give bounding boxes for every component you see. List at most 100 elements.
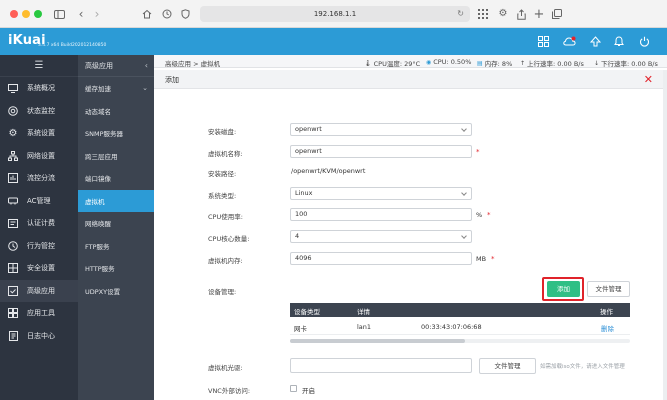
required-mark: *: [487, 211, 491, 219]
subnav-item-layer3[interactable]: 跨三层应用: [78, 145, 154, 168]
upload-icon[interactable]: [588, 34, 602, 48]
dialog-header: 添加 ✕: [154, 70, 663, 89]
sidebar-item-label: 日志中心: [27, 331, 55, 340]
subnav-item-ddns[interactable]: 动态域名: [78, 100, 154, 123]
vnc-enable-checkbox[interactable]: [290, 385, 297, 392]
bell-icon[interactable]: [612, 34, 626, 48]
forward-icon[interactable]: ›: [90, 7, 104, 21]
page-scrollbar[interactable]: [663, 70, 667, 400]
cpu-cores-select[interactable]: 4: [290, 230, 472, 243]
monitor-icon: [8, 83, 18, 93]
sidebar-item-label: 流控分流: [27, 174, 55, 183]
main-sidebar: ☰ 系统概况 状态监控 ⚙ 系统设置 网络设置 流控分流 AC管理 认证计费 行…: [0, 55, 78, 400]
download-stat: ↓ 下行速率: 0.00 B/s: [594, 58, 658, 69]
column-header-action: 操作: [600, 308, 613, 316]
sidebar-item-flow-control[interactable]: 流控分流: [0, 167, 78, 190]
power-icon[interactable]: [637, 34, 651, 48]
history-icon[interactable]: [160, 7, 174, 21]
network-icon: [8, 150, 18, 161]
back-icon[interactable]: ‹: [74, 7, 88, 21]
sidebar-item-ac-management[interactable]: AC管理: [0, 190, 78, 213]
subnav-item-udpxy[interactable]: UDPXY设置: [78, 280, 154, 303]
install-path-label: 安装路径:: [208, 170, 237, 178]
add-device-button[interactable]: 添加: [547, 281, 580, 297]
sidebar-item-advanced-apps[interactable]: 高级应用: [0, 279, 78, 302]
maximize-window-button[interactable]: [34, 10, 42, 18]
vm-name-input[interactable]: openwrt: [290, 145, 472, 158]
sidebar-item-label: 高级应用: [27, 286, 55, 295]
home-icon[interactable]: [140, 7, 154, 21]
minimize-window-button[interactable]: [22, 10, 30, 18]
subnav-item-label: UDPXY设置: [85, 287, 121, 296]
subnav-item-label: 跨三层应用: [85, 152, 118, 161]
install-disk-label: 安装磁盘:: [208, 128, 237, 136]
subnav-item-ftp[interactable]: FTP服务: [78, 235, 154, 258]
vm-memory-input[interactable]: 4096: [290, 252, 472, 265]
sidebar-item-monitor[interactable]: 状态监控: [0, 100, 78, 123]
browser-toolbar: ‹ › 192.168.1.1 ↻ ⚙ +: [0, 0, 667, 28]
close-window-button[interactable]: [10, 10, 18, 18]
subnav-item-http[interactable]: HTTP服务: [78, 257, 154, 280]
new-tab-icon[interactable]: +: [532, 7, 546, 21]
sidebar-item-auth-billing[interactable]: 认证计费: [0, 212, 78, 235]
vm-disc-input[interactable]: [290, 358, 472, 373]
app-icon: [8, 285, 18, 296]
sidebar-item-log-center[interactable]: 日志中心: [0, 325, 78, 348]
subnav-item-cache[interactable]: 缓存加速 ⌄: [78, 77, 154, 100]
grid-icon[interactable]: [536, 34, 550, 48]
sidebar-item-app-tools[interactable]: 应用工具: [0, 302, 78, 325]
vm-disc-label: 虚拟机光驱:: [208, 364, 243, 372]
chevron-down-icon: ⌄: [142, 84, 148, 92]
memory-stat: ▤ 内存: 8%: [477, 58, 512, 69]
cpu-usage-input[interactable]: 100: [290, 208, 472, 221]
cpu-temp-value: CPU温度: 29°C: [373, 60, 421, 68]
sidebar-item-label: 网络设置: [27, 151, 55, 160]
os-type-select[interactable]: Linux: [290, 187, 472, 200]
device-type-cell: 网卡: [294, 325, 307, 333]
file-management-button[interactable]: 文件管理: [587, 281, 630, 297]
sidebar-item-network-settings[interactable]: 网络设置: [0, 145, 78, 168]
log-icon: [8, 330, 18, 341]
subnav-item-label: 端口镜像: [85, 175, 111, 184]
column-header-type: 设备类型: [294, 308, 320, 316]
sidebar-item-behavior-control[interactable]: 行为管控: [0, 235, 78, 258]
sub-sidebar: 高级应用 ‹ 缓存加速 ⌄ 动态域名 SNMP服务器 跨三层应用 端口镜像 虚拟…: [78, 55, 154, 400]
subnav-item-vm[interactable]: 虚拟机: [78, 189, 154, 212]
tab-overview-icon[interactable]: [550, 7, 564, 21]
status-bar: 高级应用 > 虚拟机 🌡 CPU温度: 29°C ◉ CPU: 0.50% ▤ 内存:…: [154, 55, 667, 68]
menu-collapse-icon[interactable]: ☰: [0, 55, 78, 77]
sidebar-item-system-settings[interactable]: ⚙ 系统设置: [0, 122, 78, 145]
upload-value: 上行速率: 0.00 B/s: [527, 60, 584, 68]
table-scrollbar[interactable]: [290, 339, 630, 343]
required-mark: *: [491, 255, 495, 263]
share-icon[interactable]: [514, 7, 528, 21]
delete-device-link[interactable]: 删除: [601, 323, 614, 333]
sub-sidebar-title[interactable]: 高级应用 ‹: [78, 55, 154, 77]
subnav-item-wol[interactable]: 网络唤醒: [78, 212, 154, 235]
upload-arrow-icon: ↑: [520, 59, 526, 67]
extensions-grid-icon[interactable]: [476, 7, 490, 21]
disc-file-management-button[interactable]: 文件管理: [479, 358, 536, 374]
close-icon[interactable]: ✕: [644, 73, 653, 86]
install-disk-select[interactable]: openwrt: [290, 123, 472, 136]
shield-icon[interactable]: [178, 7, 192, 21]
app-header: iKuai 3.4.7 x64 Build202012140850: [0, 28, 667, 55]
thermometer-icon: 🌡: [364, 59, 372, 67]
sidebar-item-security[interactable]: 安全设置: [0, 257, 78, 280]
subnav-item-snmp[interactable]: SNMP服务器: [78, 122, 154, 145]
sidebar-item-label: AC管理: [27, 196, 51, 205]
device-name-cell: lan1: [357, 323, 372, 331]
sidebar-item-overview[interactable]: 系统概况: [0, 77, 78, 100]
sidebar-toggle-icon[interactable]: [52, 7, 66, 21]
subnav-item-label: SNMP服务器: [85, 130, 124, 139]
reload-icon[interactable]: ↻: [457, 6, 464, 22]
address-bar[interactable]: 192.168.1.1 ↻: [200, 6, 470, 22]
subnav-item-label: 缓存加速: [85, 85, 111, 94]
chevron-left-icon[interactable]: ‹: [145, 61, 148, 70]
subnav-item-port-mirror[interactable]: 端口镜像: [78, 167, 154, 190]
cloud-alert-icon[interactable]: [562, 34, 576, 48]
memory-icon: ▤: [477, 59, 483, 67]
settings-gear-icon[interactable]: ⚙: [496, 7, 510, 21]
disc-hint-text: 如需加载iso文件，请进入文件管理: [540, 364, 625, 370]
behavior-icon: [8, 240, 18, 251]
